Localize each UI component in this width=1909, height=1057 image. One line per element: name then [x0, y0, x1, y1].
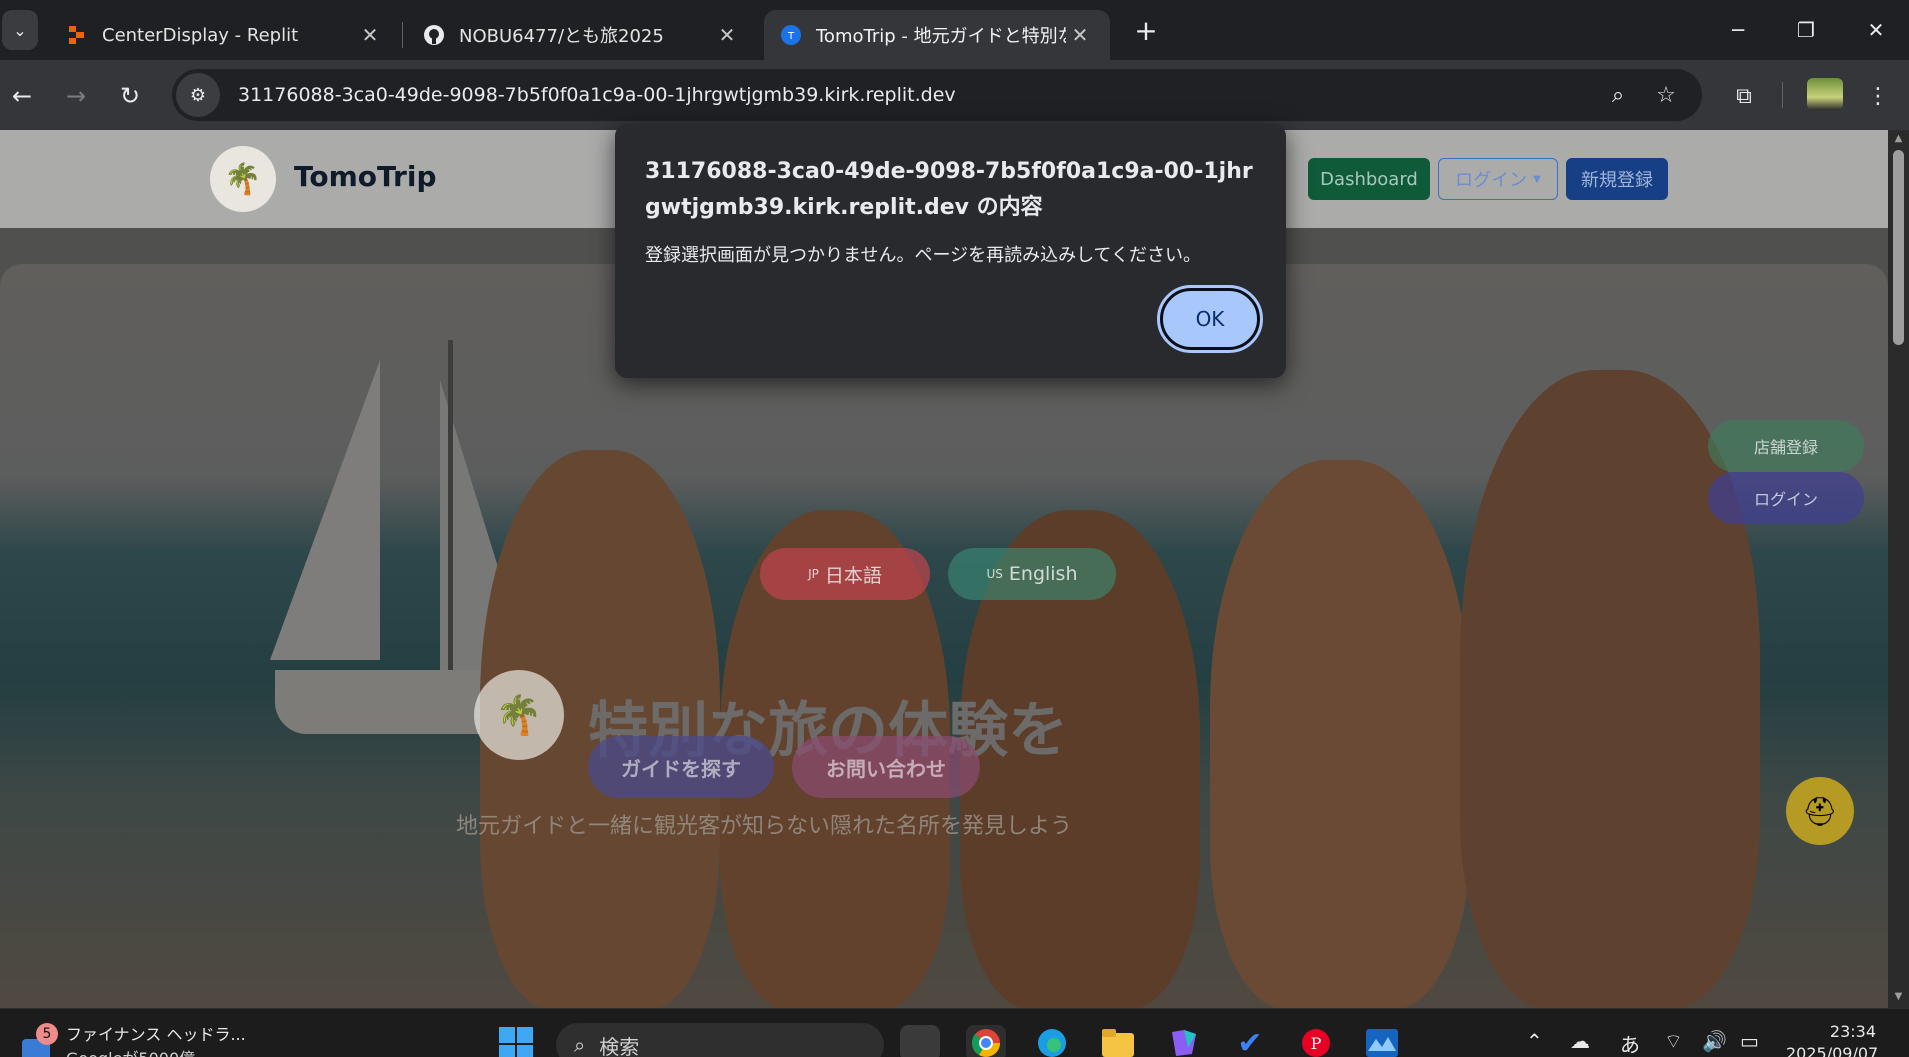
wifi-icon[interactable]: ⌔ — [1664, 1029, 1683, 1054]
scroll-down-icon[interactable]: ▼ — [1892, 992, 1905, 1002]
login-dropdown-label: ログイン — [1455, 170, 1528, 191]
start-button[interactable] — [499, 1027, 533, 1057]
search-placeholder: 検索 — [599, 1034, 640, 1057]
tomotrip-icon: T — [780, 24, 802, 46]
ok-button[interactable]: OK — [1157, 285, 1263, 353]
search-icon: ⌕ — [574, 1033, 586, 1057]
clock-time: 23:34 — [1829, 1022, 1876, 1041]
restore-button[interactable]: ❐ — [1778, 10, 1834, 50]
lang-japanese-button[interactable]: JP 日本語 — [760, 548, 930, 600]
store-register-button[interactable]: 店舗登録 — [1708, 420, 1864, 472]
svg-text:P: P — [1311, 1034, 1322, 1053]
back-button[interactable]: ← — [2, 76, 42, 116]
find-guide-button[interactable]: ガイドを探す — [588, 736, 774, 798]
site-brand[interactable]: TomoTrip — [294, 160, 437, 193]
address-bar[interactable]: ⚙ 31176088-3ca0-49de-9098-7b5f0f0a1c9a-0… — [172, 69, 1702, 121]
lang-english-button[interactable]: US English — [948, 548, 1116, 600]
login-dropdown-button[interactable]: ログイン ▼ — [1438, 158, 1558, 200]
profile-avatar[interactable] — [1807, 78, 1843, 110]
tab-divider — [402, 22, 403, 48]
news-widget[interactable]: 5 ファイナンス ヘッドラ... Googleが5000億 — [18, 1015, 246, 1057]
onedrive-icon[interactable]: ☁ — [1570, 1029, 1590, 1053]
tab-strip: ⌄ CenterDisplay - Replit ✕ NOBU6477/とも旅2… — [0, 0, 1909, 60]
copilot-m365-icon[interactable] — [1164, 1025, 1204, 1057]
url-text[interactable]: 31176088-3ca0-49de-9098-7b5f0f0a1c9a-00-… — [238, 84, 956, 106]
tab-title: NOBU6477/とも旅2025 — [459, 26, 664, 47]
lang-english-label: English — [1008, 563, 1078, 585]
browser-toolbar: ← → ↻ ⚙ 31176088-3ca0-49de-9098-7b5f0f0a… — [0, 60, 1909, 130]
dialog-message: 登録選択画面が見つかりません。ページを再読み込みしてください。 — [645, 245, 1202, 266]
close-tab-icon[interactable]: ✕ — [713, 23, 741, 47]
forward-button[interactable]: → — [56, 76, 96, 116]
toolbar-divider — [1782, 82, 1783, 108]
scroll-thumb[interactable] — [1893, 150, 1904, 345]
taskbar-search[interactable]: ⌕ 検索 — [556, 1023, 884, 1057]
file-explorer-icon[interactable] — [1098, 1025, 1138, 1057]
close-tab-icon[interactable]: ✕ — [356, 23, 384, 47]
alert-dialog: 31176088-3ca0-49de-9098-7b5f0f0a1c9a-00-… — [615, 124, 1286, 378]
notification-badge: 5 — [36, 1023, 58, 1045]
dialog-title: 31176088-3ca0-49de-9098-7b5f0f0a1c9a-00-… — [645, 159, 1253, 220]
minimize-button[interactable]: ─ — [1710, 10, 1766, 50]
tab-title: TomoTrip - 地元ガイドと特別な旅 — [816, 26, 1066, 47]
bookmark-star-icon[interactable]: ☆ — [1646, 75, 1686, 115]
signup-button[interactable]: 新規登録 — [1566, 158, 1668, 200]
tab-centerdisplay[interactable]: CenterDisplay - Replit ✕ — [50, 10, 400, 60]
zoom-icon[interactable]: ⌕ — [1598, 75, 1638, 115]
close-tab-icon[interactable]: ✕ — [1066, 23, 1094, 47]
edge-icon[interactable] — [1032, 1025, 1072, 1057]
us-flag-label: US — [986, 567, 1003, 581]
svg-text:T: T — [787, 31, 795, 42]
todo-icon[interactable]: ✔ — [1230, 1025, 1270, 1057]
contact-button[interactable]: お問い合わせ — [792, 736, 980, 798]
lang-japanese-label: 日本語 — [824, 564, 882, 587]
replit-icon — [66, 24, 88, 46]
tab-tomotrip[interactable]: T TomoTrip - 地元ガイドと特別な旅 ✕ — [764, 10, 1110, 60]
caret-down-icon: ▼ — [1533, 173, 1541, 185]
robot-icon: ⛑ — [1802, 794, 1838, 828]
battery-icon[interactable]: ▭ — [1740, 1029, 1759, 1053]
site-info-icon[interactable]: ⚙ — [176, 73, 220, 117]
jp-flag-label: JP — [808, 567, 819, 581]
hero-logo: 🌴 — [474, 670, 564, 760]
volume-icon[interactable]: 🔊 — [1702, 1029, 1727, 1053]
chrome-icon[interactable] — [966, 1025, 1006, 1057]
tab-github[interactable]: NOBU6477/とも旅2025 ✕ — [407, 10, 757, 60]
menu-icon[interactable]: ⋮ — [1858, 76, 1898, 116]
page-scrollbar[interactable]: ▲ ▼ — [1888, 130, 1909, 1008]
weather-app-icon[interactable] — [1362, 1025, 1402, 1057]
reload-button[interactable]: ↻ — [110, 76, 150, 116]
tomotrip-logo[interactable]: 🌴 — [210, 146, 276, 212]
task-view-icon[interactable] — [900, 1025, 940, 1057]
clock-date: 2025/09/07 — [1786, 1044, 1879, 1057]
news-headline: ファイナンス ヘッドラ... — [66, 1025, 246, 1044]
side-login-button[interactable]: ログイン — [1708, 472, 1864, 524]
tab-search-button[interactable]: ⌄ — [2, 10, 38, 50]
tab-title: CenterDisplay - Replit — [102, 24, 299, 46]
ime-indicator[interactable]: あ — [1620, 1029, 1640, 1057]
news-subtitle: Googleが5000億 — [66, 1045, 195, 1057]
tray-overflow-icon[interactable]: ⌃ — [1526, 1029, 1543, 1053]
pinterest-icon[interactable]: P — [1296, 1025, 1336, 1057]
window-close-button[interactable]: ✕ — [1848, 10, 1904, 50]
system-clock[interactable]: 23:34 2025/09/07 — [1786, 1021, 1879, 1057]
extensions-icon[interactable]: ⧉ — [1724, 76, 1764, 116]
scroll-up-icon[interactable]: ▲ — [1892, 134, 1905, 144]
github-icon — [423, 24, 445, 46]
windows-taskbar: 5 ファイナンス ヘッドラ... Googleが5000億 ⌕ 検索 ✔ P ⌃… — [0, 1008, 1909, 1057]
new-tab-button[interactable]: + — [1126, 12, 1166, 48]
floating-action-button[interactable]: ⛑ — [1786, 777, 1854, 845]
hero-subtitle: 地元ガイドと一緒に観光客が知らない隠れた名所を発見しよう — [456, 814, 1073, 839]
dashboard-button[interactable]: Dashboard — [1308, 158, 1430, 200]
